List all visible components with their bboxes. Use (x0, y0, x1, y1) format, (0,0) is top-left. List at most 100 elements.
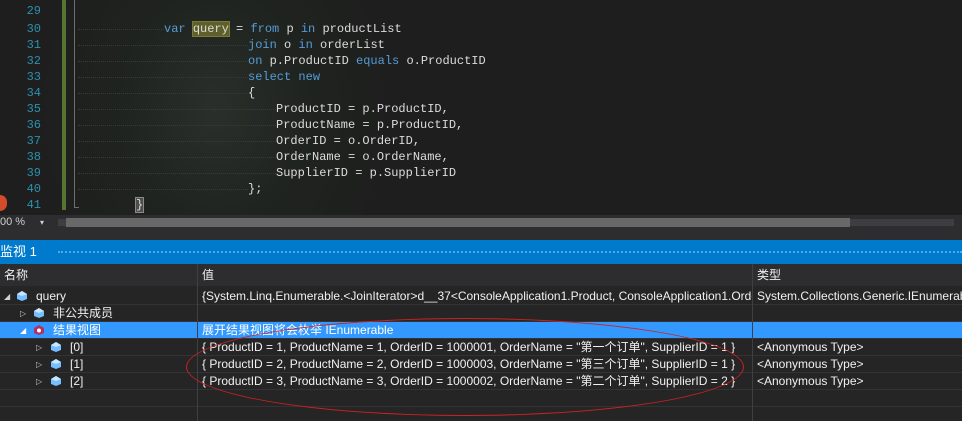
outlining-line (74, 0, 75, 208)
column-header-value[interactable]: 值 (198, 264, 753, 286)
keyword: in (300, 22, 316, 36)
code-line-30: var query = from p in productList (164, 21, 402, 37)
change-tracking-bar (62, 0, 66, 210)
keyword: in (298, 38, 313, 52)
panel-splitter[interactable] (0, 230, 962, 240)
keyword: from (250, 22, 280, 36)
line-number: 31 (26, 38, 41, 52)
watch-item-value: { ProductID = 1, ProductName = 1, OrderI… (202, 340, 736, 354)
line-number: 37 (26, 134, 41, 148)
code-line-36: ProductName = p.ProductID, (276, 118, 464, 132)
indent-guide (78, 141, 276, 142)
line-number: 30 (26, 22, 41, 36)
indent-guide (78, 125, 276, 126)
watch-item-name: query (36, 289, 67, 303)
keyword: join (248, 38, 277, 52)
identifier: p.ProductID (269, 54, 349, 68)
code-line-39: SupplierID = p.SupplierID (276, 166, 457, 180)
zoom-level-dropdown[interactable]: 00 % (0, 215, 25, 230)
indent-guide (78, 189, 248, 190)
column-separator[interactable] (752, 264, 753, 421)
code-line-37: OrderID = o.OrderID, (276, 134, 421, 148)
zoom-level-value: 00 % (0, 216, 26, 228)
watch-row-item-0[interactable]: ▷ [0] { ProductID = 1, ProductName = 1, … (0, 339, 962, 356)
keyword: new (298, 70, 321, 84)
watch-row-item-1[interactable]: ▷ [1] { ProductID = 2, ProductName = 2, … (0, 356, 962, 373)
object-icon (51, 342, 61, 352)
watch-item-name: [1] (70, 357, 84, 371)
watch-grid: 名称 值 类型 ◢ query {System.Linq.Enumerable.… (0, 264, 962, 421)
object-icon (34, 308, 44, 318)
watch-row-item-2[interactable]: ▷ [2] { ProductID = 3, ProductName = 3, … (0, 373, 962, 390)
matched-brace: } (134, 197, 145, 213)
watch-item-name: [2] (70, 374, 84, 388)
watch-item-value: 展开结果视图将会枚举 IEnumerable (202, 323, 394, 337)
indent-guide (78, 61, 248, 62)
watch-row-query[interactable]: ◢ query {System.Linq.Enumerable.<JoinIte… (0, 288, 962, 305)
watch-item-type: System.Collections.Generic.IEnumerable (757, 289, 962, 303)
highlighted-identifier: query (191, 21, 230, 37)
line-number: 34 (26, 86, 41, 100)
indent-guide (78, 77, 248, 78)
titlebar-grip (58, 251, 962, 253)
column-separator[interactable] (197, 264, 198, 421)
indent-guide (78, 93, 248, 94)
identifier: p (286, 22, 294, 36)
chevron-down-icon[interactable]: ▾ (40, 215, 44, 230)
editor-status-strip: 00 % ▾ (0, 215, 962, 230)
code-line-34: { (248, 86, 256, 100)
code-line-33: select new (248, 69, 320, 85)
watch-item-name: 非公共成员 (53, 306, 114, 320)
watch-row-empty[interactable] (0, 390, 962, 407)
identifier: o.ProductID (406, 54, 486, 68)
code-line-38: OrderName = o.OrderName, (276, 150, 449, 164)
indent-guide (78, 157, 276, 158)
collapse-arrow-icon[interactable]: ◢ (20, 322, 26, 339)
horizontal-scrollbar-thumb[interactable] (66, 218, 850, 227)
identifier: productList (322, 22, 402, 36)
watch-window-title: 监视 1 (0, 244, 37, 259)
indent-guide (78, 29, 164, 30)
line-number: 40 (26, 182, 41, 196)
indent-guide (78, 173, 276, 174)
keyword: select (248, 70, 292, 84)
code-line-41: } (134, 197, 145, 213)
expand-arrow-icon[interactable]: ▷ (36, 373, 42, 390)
expand-arrow-icon[interactable]: ▷ (36, 356, 42, 373)
indent-guide (78, 109, 276, 110)
watch-item-type: <Anonymous Type> (757, 357, 864, 371)
column-header-name[interactable]: 名称 (0, 264, 198, 286)
line-number: 33 (26, 70, 41, 84)
object-icon (51, 376, 61, 386)
code-line-40: }; (248, 182, 263, 196)
column-header-type[interactable]: 类型 (753, 264, 962, 286)
watch-item-value: {System.Linq.Enumerable.<JoinIterator>d_… (202, 289, 753, 303)
watch-window-titlebar[interactable]: 监视 1 (0, 240, 962, 264)
keyword: on (248, 54, 263, 68)
indent-guide (78, 45, 248, 46)
object-icon (51, 359, 61, 369)
identifier: o (284, 38, 292, 52)
line-number: 38 (26, 150, 41, 164)
watch-item-type: <Anonymous Type> (757, 374, 864, 388)
keyword: var (164, 22, 186, 36)
line-number: 35 (26, 102, 41, 116)
code-line-32: on p.ProductID equals o.ProductID (248, 53, 486, 69)
results-view-icon (34, 325, 44, 335)
code-line-31: join o in orderList (248, 37, 385, 53)
watch-row-non-public-members[interactable]: ▷ 非公共成员 (0, 305, 962, 322)
operator: = (236, 22, 244, 36)
watch-item-name: [0] (70, 340, 84, 354)
watch-item-value: { ProductID = 2, ProductName = 2, OrderI… (202, 357, 736, 371)
expand-arrow-icon[interactable]: ▷ (20, 305, 26, 322)
collapse-arrow-icon[interactable]: ◢ (4, 288, 10, 305)
object-icon (17, 291, 27, 301)
expand-arrow-icon[interactable]: ▷ (36, 339, 42, 356)
outlining-line-end (74, 207, 79, 208)
line-number: 39 (26, 166, 41, 180)
code-editor[interactable]: 29 30 31 32 33 34 35 36 37 38 39 40 41 v… (0, 0, 962, 215)
watch-item-value: { ProductID = 3, ProductName = 3, OrderI… (202, 374, 736, 388)
watch-row-results-view[interactable]: ◢ 结果视图 展开结果视图将会枚举 IEnumerable (0, 322, 962, 339)
code-line-35: ProductID = p.ProductID, (276, 102, 449, 116)
line-number: 36 (26, 118, 41, 132)
